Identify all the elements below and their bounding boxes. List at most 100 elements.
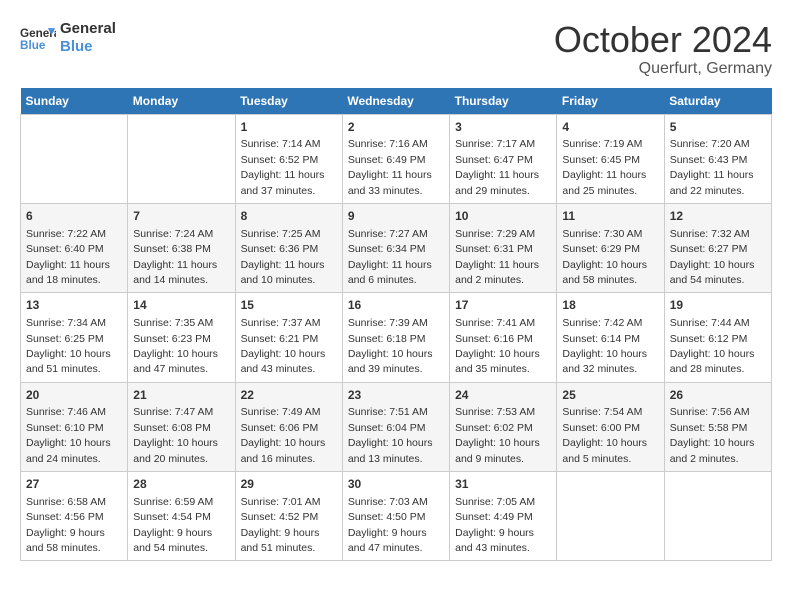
day-number: 15 bbox=[241, 297, 337, 314]
calendar-cell: 25 Sunrise: 7:54 AM Sunset: 6:00 PM Dayli… bbox=[557, 382, 664, 471]
day-info: Sunrise: 7:32 AM Sunset: 6:27 PM Dayligh… bbox=[670, 228, 755, 286]
day-info: Sunrise: 6:59 AM Sunset: 4:54 PM Dayligh… bbox=[133, 496, 213, 554]
day-info: Sunrise: 7:51 AM Sunset: 6:04 PM Dayligh… bbox=[348, 406, 433, 464]
day-info: Sunrise: 6:58 AM Sunset: 4:56 PM Dayligh… bbox=[26, 496, 106, 554]
day-number: 5 bbox=[670, 119, 766, 136]
day-number: 19 bbox=[670, 297, 766, 314]
calendar-cell: 21Sunrise: 7:47 AM Sunset: 6:08 PM Dayli… bbox=[128, 382, 235, 471]
weekday-header-row: SundayMondayTuesdayWednesdayThursdayFrid… bbox=[21, 88, 772, 115]
day-info: Sunrise: 7:05 AM Sunset: 4:49 PM Dayligh… bbox=[455, 496, 535, 554]
day-number: 7 bbox=[133, 208, 229, 225]
calendar-cell: 14 Sunrise: 7:35 AM Sunset: 6:23 PM Dayli… bbox=[128, 293, 235, 382]
weekday-header-monday: Monday bbox=[128, 88, 235, 115]
day-info: Sunrise: 7:34 AM Sunset: 6:25 PM Dayligh… bbox=[26, 317, 111, 375]
calendar-cell: 27Sunrise: 6:58 AM Sunset: 4:56 PM Dayli… bbox=[21, 472, 128, 561]
month-title: October 2024 bbox=[554, 20, 772, 60]
calendar-cell: 24 Sunrise: 7:53 AM Sunset: 6:02 PM Dayli… bbox=[450, 382, 557, 471]
day-number: 23 bbox=[348, 387, 444, 404]
svg-text:Blue: Blue bbox=[20, 39, 46, 52]
calendar-cell: 18 Sunrise: 7:42 AM Sunset: 6:14 PM Dayli… bbox=[557, 293, 664, 382]
calendar-cell: 6 Sunrise: 7:22 AM Sunset: 6:40 PM Daylig… bbox=[21, 203, 128, 292]
calendar-cell: 22Sunrise: 7:49 AM Sunset: 6:06 PM Dayli… bbox=[235, 382, 342, 471]
day-info: Sunrise: 7:46 AM Sunset: 6:10 PM Dayligh… bbox=[26, 406, 111, 464]
day-info: Sunrise: 7:39 AM Sunset: 6:18 PM Dayligh… bbox=[348, 317, 433, 375]
day-info: Sunrise: 7:30 AM Sunset: 6:29 PM Dayligh… bbox=[562, 228, 647, 286]
day-info: Sunrise: 7:56 AM Sunset: 5:58 PM Dayligh… bbox=[670, 406, 755, 464]
day-number: 1 bbox=[241, 119, 337, 136]
day-info: Sunrise: 7:22 AM Sunset: 6:40 PM Dayligh… bbox=[26, 228, 110, 286]
weekday-header-thursday: Thursday bbox=[450, 88, 557, 115]
calendar-cell: 10Sunrise: 7:29 AM Sunset: 6:31 PM Dayli… bbox=[450, 203, 557, 292]
day-number: 29 bbox=[241, 476, 337, 493]
day-info: Sunrise: 7:35 AM Sunset: 6:23 PM Dayligh… bbox=[133, 317, 218, 375]
day-number: 8 bbox=[241, 208, 337, 225]
calendar-cell: 7Sunrise: 7:24 AM Sunset: 6:38 PM Daylig… bbox=[128, 203, 235, 292]
calendar-cell bbox=[21, 114, 128, 203]
day-info: Sunrise: 7:41 AM Sunset: 6:16 PM Dayligh… bbox=[455, 317, 540, 375]
calendar-body: 1 Sunrise: 7:14 AM Sunset: 6:52 PM Daylig… bbox=[21, 114, 772, 561]
day-number: 28 bbox=[133, 476, 229, 493]
calendar-cell: 28 Sunrise: 6:59 AM Sunset: 4:54 PM Dayli… bbox=[128, 472, 235, 561]
calendar-cell: 11Sunrise: 7:30 AM Sunset: 6:29 PM Dayli… bbox=[557, 203, 664, 292]
day-number: 12 bbox=[670, 208, 766, 225]
day-number: 6 bbox=[26, 208, 122, 225]
calendar-cell: 17 Sunrise: 7:41 AM Sunset: 6:16 PM Dayli… bbox=[450, 293, 557, 382]
logo-icon: General Blue bbox=[20, 24, 56, 52]
calendar-cell: 9 Sunrise: 7:27 AM Sunset: 6:34 PM Daylig… bbox=[342, 203, 449, 292]
calendar-cell bbox=[557, 472, 664, 561]
day-number: 25 bbox=[562, 387, 658, 404]
page-header: General Blue General Blue October 2024 Q… bbox=[20, 20, 772, 78]
calendar-cell: 3 Sunrise: 7:17 AM Sunset: 6:47 PM Daylig… bbox=[450, 114, 557, 203]
calendar-cell: 13Sunrise: 7:34 AM Sunset: 6:25 PM Dayli… bbox=[21, 293, 128, 382]
calendar-cell: 8Sunrise: 7:25 AM Sunset: 6:36 PM Daylig… bbox=[235, 203, 342, 292]
day-info: Sunrise: 7:16 AM Sunset: 6:49 PM Dayligh… bbox=[348, 138, 432, 196]
day-info: Sunrise: 7:14 AM Sunset: 6:52 PM Dayligh… bbox=[241, 138, 325, 196]
weekday-header-wednesday: Wednesday bbox=[342, 88, 449, 115]
week-row-3: 20 Sunrise: 7:46 AM Sunset: 6:10 PM Dayli… bbox=[21, 382, 772, 471]
day-number: 26 bbox=[670, 387, 766, 404]
day-info: Sunrise: 7:54 AM Sunset: 6:00 PM Dayligh… bbox=[562, 406, 647, 464]
calendar-cell: 4 Sunrise: 7:19 AM Sunset: 6:45 PM Daylig… bbox=[557, 114, 664, 203]
day-info: Sunrise: 7:19 AM Sunset: 6:45 PM Dayligh… bbox=[562, 138, 646, 196]
logo: General Blue General Blue bbox=[20, 20, 116, 56]
week-row-4: 27Sunrise: 6:58 AM Sunset: 4:56 PM Dayli… bbox=[21, 472, 772, 561]
calendar-cell: 12 Sunrise: 7:32 AM Sunset: 6:27 PM Dayli… bbox=[664, 203, 771, 292]
calendar-cell: 30Sunrise: 7:03 AM Sunset: 4:50 PM Dayli… bbox=[342, 472, 449, 561]
calendar-cell: 31 Sunrise: 7:05 AM Sunset: 4:49 PM Dayli… bbox=[450, 472, 557, 561]
day-number: 3 bbox=[455, 119, 551, 136]
day-info: Sunrise: 7:17 AM Sunset: 6:47 PM Dayligh… bbox=[455, 138, 539, 196]
day-number: 2 bbox=[348, 119, 444, 136]
calendar-cell: 23 Sunrise: 7:51 AM Sunset: 6:04 PM Dayli… bbox=[342, 382, 449, 471]
day-info: Sunrise: 7:37 AM Sunset: 6:21 PM Dayligh… bbox=[241, 317, 326, 375]
weekday-header-friday: Friday bbox=[557, 88, 664, 115]
calendar-cell: 5Sunrise: 7:20 AM Sunset: 6:43 PM Daylig… bbox=[664, 114, 771, 203]
day-number: 4 bbox=[562, 119, 658, 136]
calendar-cell: 16Sunrise: 7:39 AM Sunset: 6:18 PM Dayli… bbox=[342, 293, 449, 382]
day-info: Sunrise: 7:29 AM Sunset: 6:31 PM Dayligh… bbox=[455, 228, 539, 286]
day-info: Sunrise: 7:47 AM Sunset: 6:08 PM Dayligh… bbox=[133, 406, 218, 464]
day-number: 22 bbox=[241, 387, 337, 404]
day-info: Sunrise: 7:44 AM Sunset: 6:12 PM Dayligh… bbox=[670, 317, 755, 375]
calendar-cell bbox=[128, 114, 235, 203]
week-row-2: 13Sunrise: 7:34 AM Sunset: 6:25 PM Dayli… bbox=[21, 293, 772, 382]
day-number: 14 bbox=[133, 297, 229, 314]
location-subtitle: Querfurt, Germany bbox=[554, 60, 772, 78]
calendar-cell: 15 Sunrise: 7:37 AM Sunset: 6:21 PM Dayli… bbox=[235, 293, 342, 382]
calendar-cell: 19 Sunrise: 7:44 AM Sunset: 6:12 PM Dayli… bbox=[664, 293, 771, 382]
day-number: 18 bbox=[562, 297, 658, 314]
day-number: 9 bbox=[348, 208, 444, 225]
day-number: 17 bbox=[455, 297, 551, 314]
day-number: 24 bbox=[455, 387, 551, 404]
calendar-cell: 29Sunrise: 7:01 AM Sunset: 4:52 PM Dayli… bbox=[235, 472, 342, 561]
day-info: Sunrise: 7:27 AM Sunset: 6:34 PM Dayligh… bbox=[348, 228, 432, 286]
weekday-header-sunday: Sunday bbox=[21, 88, 128, 115]
logo-line2: Blue bbox=[60, 38, 116, 56]
day-number: 20 bbox=[26, 387, 122, 404]
day-number: 31 bbox=[455, 476, 551, 493]
day-info: Sunrise: 7:42 AM Sunset: 6:14 PM Dayligh… bbox=[562, 317, 647, 375]
calendar-cell bbox=[664, 472, 771, 561]
calendar-cell: 26 Sunrise: 7:56 AM Sunset: 5:58 PM Dayli… bbox=[664, 382, 771, 471]
weekday-header-tuesday: Tuesday bbox=[235, 88, 342, 115]
day-info: Sunrise: 7:53 AM Sunset: 6:02 PM Dayligh… bbox=[455, 406, 540, 464]
title-block: October 2024 Querfurt, Germany bbox=[554, 20, 772, 78]
